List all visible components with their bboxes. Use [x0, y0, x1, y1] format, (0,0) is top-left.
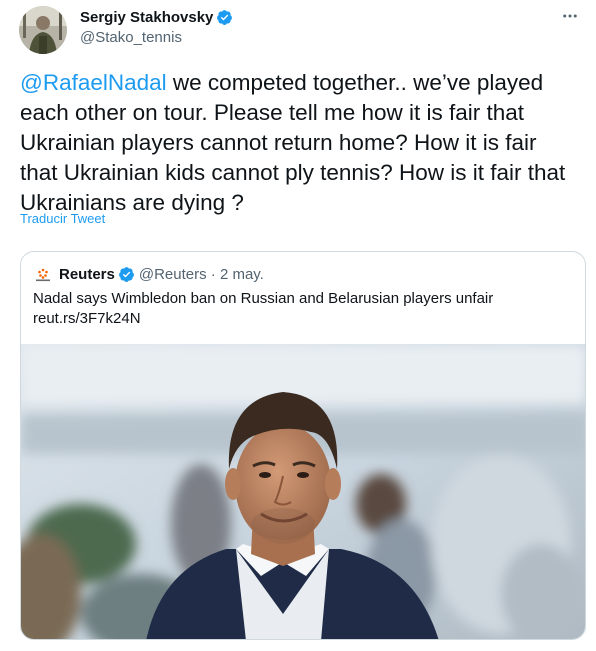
quoted-author-name[interactable]: Reuters	[59, 266, 115, 283]
author-display-name[interactable]: Sergiy Stakhovsky	[80, 9, 213, 26]
verified-badge-icon	[118, 266, 135, 283]
verified-badge-icon	[216, 9, 233, 26]
quoted-link[interactable]: reut.rs/3F7k24N	[33, 309, 573, 329]
tweet-text: @RafaelNadal we competed together.. we’v…	[20, 68, 580, 218]
quoted-tweet-header: Reuters @Reuters · 2 may.	[33, 264, 264, 284]
quoted-text-body: Nadal says Wimbledon ban on Russian and …	[33, 290, 494, 307]
quoted-date[interactable]: 2 may.	[220, 266, 264, 283]
author-info: Sergiy Stakhovsky @Stako_tennis	[80, 8, 233, 46]
meta-separator: ·	[206, 265, 220, 283]
reuters-logo-icon	[33, 264, 53, 284]
author-handle[interactable]: @Stako_tennis	[80, 29, 233, 46]
tweet-card: Sergiy Stakhovsky @Stako_tennis @RafaelN…	[0, 0, 596, 651]
quoted-photo[interactable]	[21, 344, 585, 639]
quoted-author-handle[interactable]: @Reuters	[139, 266, 207, 283]
translate-tweet-link[interactable]: Traducir Tweet	[20, 211, 105, 226]
quoted-tweet-text: Nadal says Wimbledon ban on Russian and …	[33, 289, 573, 329]
author-avatar[interactable]	[19, 6, 67, 54]
mention-link[interactable]: @RafaelNadal	[20, 70, 167, 95]
quoted-tweet[interactable]: Reuters @Reuters · 2 may. Nadal says Wim…	[20, 251, 586, 640]
more-options-icon[interactable]	[558, 6, 582, 26]
